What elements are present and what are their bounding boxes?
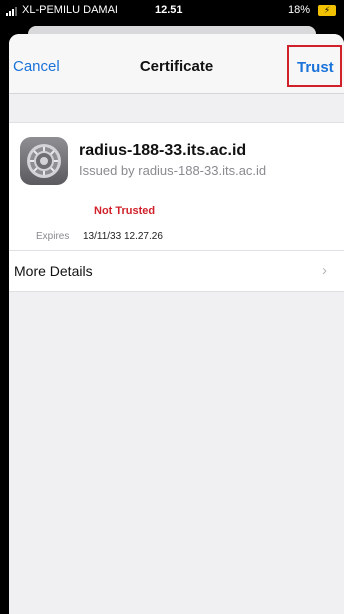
- certificate-sheet: Cancel Certificate Trust radius-188-33.i…: [9, 34, 344, 614]
- expires-value: 13/11/33 12.27.26: [83, 231, 163, 242]
- certificate-issuer: Issued by radius-188-33.its.ac.id: [79, 163, 267, 178]
- battery-charging-icon: ⚡: [318, 5, 336, 16]
- more-details-row[interactable]: More Details ›: [9, 251, 344, 291]
- chevron-right-icon: ›: [322, 262, 327, 279]
- battery-percent: 18%: [288, 4, 311, 16]
- settings-gear-icon: [20, 137, 68, 185]
- trust-button[interactable]: Trust: [287, 45, 342, 87]
- status-time: 12.51: [155, 4, 183, 16]
- trust-status: Not Trusted: [94, 205, 156, 217]
- certificate-name: radius-188-33.its.ac.id: [79, 142, 247, 159]
- signal-icon: [6, 6, 20, 16]
- carrier-name: XL-PEMILU DAMAI: [22, 4, 118, 16]
- certificate-panel: radius-188-33.its.ac.id Issued by radius…: [9, 122, 344, 292]
- expires-label: Expires: [36, 231, 70, 242]
- status-bar: XL-PEMILU DAMAI 12.51 18% ⚡: [0, 0, 344, 22]
- more-details-label: More Details: [14, 263, 93, 279]
- navigation-bar: Cancel Certificate Trust: [9, 34, 344, 94]
